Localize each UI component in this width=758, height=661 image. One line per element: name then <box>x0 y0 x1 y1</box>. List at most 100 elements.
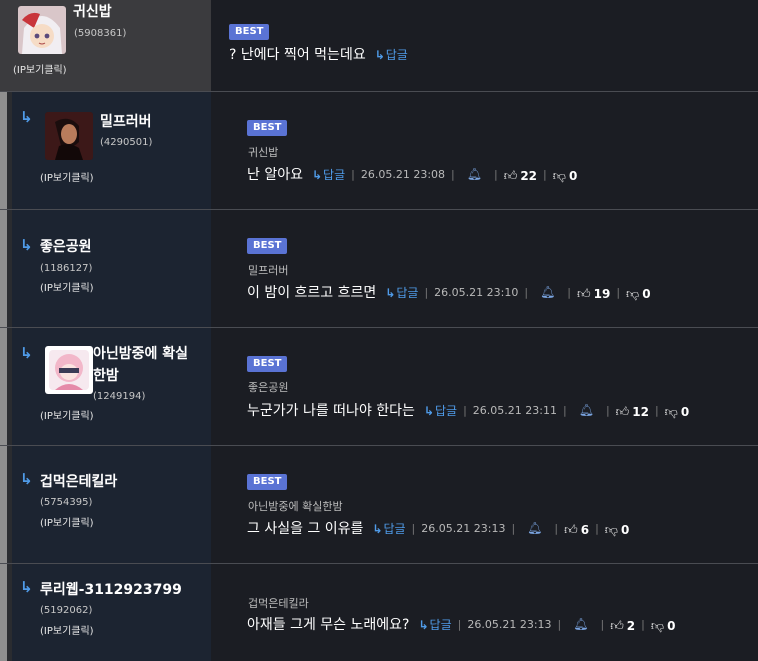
ip-view-link[interactable]: (IP보기클릭) <box>13 61 67 76</box>
username[interactable]: 겁먹은테킬라 <box>40 473 117 491</box>
avatar[interactable] <box>45 346 93 394</box>
username[interactable]: 루리웹-3112923799 <box>40 581 182 599</box>
reply-arrow-icon: ↳ <box>20 108 33 126</box>
divider: | <box>463 403 467 417</box>
comment-body: BEST 아닌밤중에 확실한밤 그 사실을 그 이유를 ↳답글 | 26.05.… <box>211 446 758 563</box>
reply-arrow-icon: ↳ <box>372 521 383 536</box>
ip-view-link[interactable]: (IP보기클릭) <box>40 169 94 184</box>
like-button[interactable]: 👍︎ 22 <box>504 165 537 184</box>
parent-author[interactable]: 귀신밥 <box>248 144 278 160</box>
user-panel: 귀신밥 (5908361) (IP보기클릭) <box>0 0 211 91</box>
avatar[interactable] <box>18 6 66 54</box>
dislike-button[interactable]: 👎︎ 0 <box>605 519 630 538</box>
divider: | <box>641 617 645 631</box>
comment-text: 난 알아요 <box>247 167 303 183</box>
reply-arrow-icon: ↳ <box>311 167 323 182</box>
thread-bar <box>0 564 12 661</box>
thumbs-down-icon: 👎︎ <box>552 168 566 184</box>
report-bell-icon[interactable]: 🔔︎ <box>573 617 588 631</box>
reply-label: 답글 <box>434 403 458 418</box>
report-bell-icon[interactable]: 🔔︎ <box>579 403 594 417</box>
dislike-button[interactable]: 👎︎ 0 <box>651 615 676 634</box>
divider: | <box>351 167 355 181</box>
comment-top: 귀신밥 (5908361) (IP보기클릭) BEST ? 난에다 찍어 먹는데… <box>0 0 758 91</box>
divider: | <box>557 617 562 631</box>
report-bell-icon[interactable]: 🔔︎ <box>527 521 542 535</box>
user-id: (5754395) <box>40 497 93 508</box>
parent-author[interactable]: 좋은공원 <box>248 379 288 395</box>
comment-line: 누군가가 나를 떠나야 한다는 ↳답글 | 26.05.21 23:11 | 🔔… <box>247 400 689 420</box>
comment-line: 난 알아요 ↳답글 | 26.05.21 23:08 | 🔔︎ | 👍︎ 22 |… <box>247 164 577 184</box>
reply-button[interactable]: ↳답글 <box>372 520 405 537</box>
dislike-count: 0 <box>667 618 676 633</box>
ip-view-link[interactable]: (IP보기클릭) <box>40 279 94 294</box>
parent-author[interactable]: 밀프러버 <box>248 262 288 278</box>
user-id: (1186127) <box>40 263 93 274</box>
reply-label: 답글 <box>385 47 408 62</box>
username[interactable]: 밀프러버 <box>100 113 152 131</box>
like-button[interactable]: 👍︎ 19 <box>577 283 610 302</box>
user-id: (5908361) <box>74 28 127 39</box>
like-button[interactable]: 👍︎ 2 <box>610 615 635 634</box>
dislike-button[interactable]: 👎︎ 0 <box>553 165 578 184</box>
thumbs-down-icon: 👎︎ <box>650 618 665 634</box>
parent-author[interactable]: 겁먹은테킬라 <box>248 595 309 611</box>
comment-reply: ↳ 겁먹은테킬라 (5754395) (IP보기클릭) BEST 아닌밤중에 확… <box>0 445 758 563</box>
reply-arrow-icon: ↳ <box>20 344 33 362</box>
reply-button[interactable]: ↳답글 <box>424 402 457 419</box>
thumbs-down-icon: 👎︎ <box>604 522 618 538</box>
user-id: (1249194) <box>93 391 146 402</box>
divider: | <box>567 285 572 299</box>
dislike-count: 0 <box>642 286 651 301</box>
reply-button[interactable]: ↳답글 <box>385 284 418 301</box>
divider: | <box>554 521 559 535</box>
dislike-count: 0 <box>680 404 690 419</box>
like-count: 22 <box>520 168 538 183</box>
reply-button[interactable]: ↳답글 <box>312 166 345 183</box>
report-bell-icon[interactable]: 🔔︎ <box>467 167 482 181</box>
ip-view-link[interactable]: (IP보기클릭) <box>40 407 94 422</box>
user-panel: ↳ 루리웹-3112923799 (5192062) (IP보기클릭) <box>0 564 211 661</box>
divider: | <box>605 403 610 417</box>
best-badge: BEST <box>229 24 270 40</box>
thread-bar <box>0 328 12 445</box>
thumbs-up-icon: 👍︎ <box>610 618 624 634</box>
reply-arrow-icon: ↳ <box>418 617 429 632</box>
avatar[interactable] <box>45 112 93 160</box>
comment-line: ? 난에다 찍어 먹는데요 ↳답글 <box>229 44 408 64</box>
comment-text: 아재들 그게 무슨 노래에요? <box>247 617 410 633</box>
comment-text: 그 사실을 그 이유를 <box>247 521 364 537</box>
like-button[interactable]: 👍︎ 6 <box>564 519 589 538</box>
reply-button[interactable]: ↳답글 <box>418 616 451 633</box>
like-count: 19 <box>593 286 611 301</box>
ip-view-link[interactable]: (IP보기클릭) <box>40 622 94 637</box>
best-badge: BEST <box>247 120 288 136</box>
thumbs-up-icon: 👍︎ <box>564 522 578 538</box>
best-badge: BEST <box>247 474 288 490</box>
like-count: 6 <box>580 522 590 537</box>
dislike-button[interactable]: 👎︎ 0 <box>665 401 690 420</box>
divider: | <box>451 167 455 181</box>
username[interactable]: 좋은공원 <box>40 238 92 256</box>
report-bell-icon[interactable]: 🔔︎ <box>540 285 555 299</box>
user-panel: ↳ 겁먹은테킬라 (5754395) (IP보기클릭) <box>0 446 211 563</box>
username-line-2[interactable]: 한밤 <box>93 367 119 385</box>
thumbs-down-icon: 👎︎ <box>626 286 640 302</box>
user-panel: ↳ 밀프러버 (4290501) (IP보기클릭) <box>0 92 211 209</box>
divider: | <box>494 167 498 181</box>
reply-arrow-icon: ↳ <box>20 578 33 596</box>
ip-view-link[interactable]: (IP보기클릭) <box>40 514 94 529</box>
divider: | <box>511 521 516 535</box>
dislike-button[interactable]: 👎︎ 0 <box>626 283 651 302</box>
thumbs-up-icon: 👍︎ <box>577 286 591 302</box>
comment-line: 이 밤이 흐르고 흐르면 ↳답글 | 26.05.21 23:10 | 🔔︎ |… <box>247 282 651 302</box>
reply-button[interactable]: ↳답글 <box>375 46 408 63</box>
like-button[interactable]: 👍︎ 12 <box>616 401 649 420</box>
comment-body: BEST ? 난에다 찍어 먹는데요 ↳답글 <box>211 0 758 91</box>
parent-author[interactable]: 아닌밤중에 확실한밤 <box>248 498 343 514</box>
comment-text: 누군가가 나를 떠나야 한다는 <box>247 403 415 419</box>
username-line-1[interactable]: 아닌밤중에 확실 <box>93 345 188 363</box>
username[interactable]: 귀신밥 <box>73 3 112 21</box>
comment-line: 아재들 그게 무슨 노래에요? ↳답글 | 26.05.21 23:13 | 🔔… <box>247 614 675 634</box>
thread-bar <box>0 92 12 209</box>
